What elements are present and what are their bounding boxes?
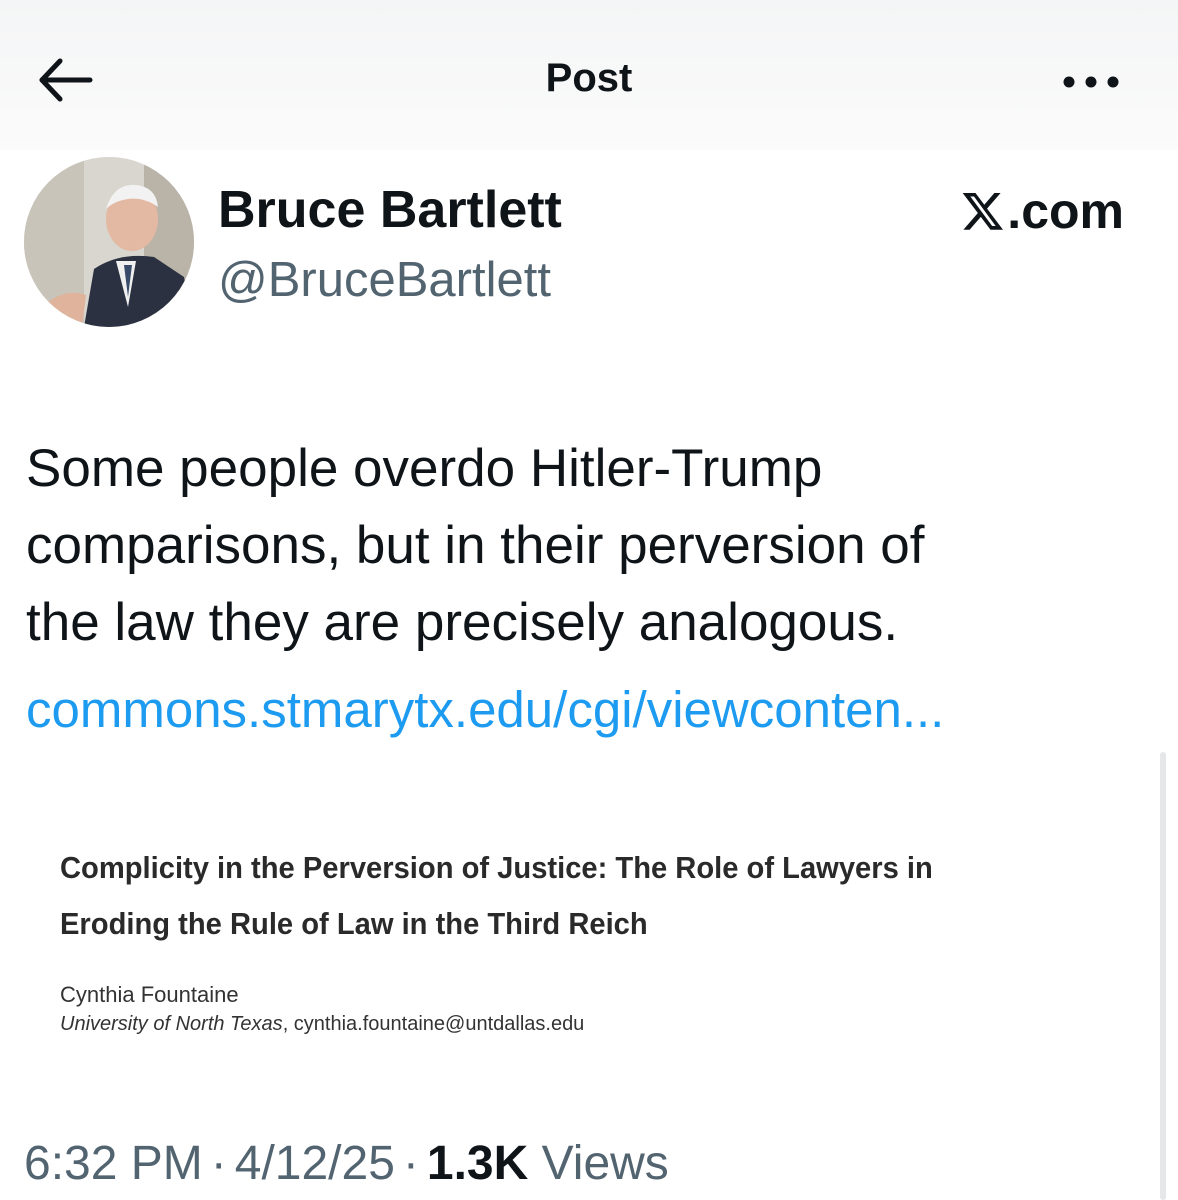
more-options-button[interactable] [1058, 64, 1124, 100]
xcom-badge: .com [961, 182, 1124, 240]
avatar-photo [24, 157, 194, 327]
top-bar: Post [0, 0, 1178, 150]
avatar[interactable] [24, 157, 194, 327]
page-title: Post [545, 56, 633, 100]
more-icon [1063, 76, 1119, 88]
meta-separator: · [210, 1137, 227, 1190]
post-text: Some people overdo Hitler-Trump comparis… [26, 430, 1156, 661]
card-affiliation: University of North Texas, cynthia.fount… [60, 1010, 1120, 1038]
views-count: 1.3K [426, 1137, 529, 1190]
meta-separator: · [402, 1137, 419, 1190]
x-logo-icon [962, 193, 1004, 230]
post-text-line: Some people overdo Hitler-Trump [26, 439, 823, 498]
post-text-line: comparisons, but in their perversion of [26, 516, 925, 575]
card-email: , cynthia.fountaine@untdallas.edu [282, 1013, 585, 1035]
card-title: Complicity in the Perversion of Justice:… [60, 840, 1056, 952]
card-author: Cynthia Fountaine [60, 982, 239, 1007]
post-link[interactable]: commons.stmarytx.edu/cgi/viewconten... [26, 680, 1156, 739]
scrollbar[interactable] [1160, 752, 1166, 1200]
card-title-line: Complicity in the Perversion of Justice:… [60, 850, 933, 885]
views-label: Views [541, 1137, 669, 1190]
xcom-text: .com [1007, 183, 1124, 239]
author-handle[interactable]: @BruceBartlett [218, 252, 551, 308]
post-meta: 6:32 PM · 4/12/25 · 1.3K Views [24, 1136, 669, 1191]
post-text-line: the law they are precisely analogous. [26, 593, 899, 652]
post-page: Post Bruce Bartlett @BruceBartlett .com … [0, 0, 1178, 1200]
card-affiliation-name: University of North Texas [60, 1013, 283, 1035]
card-title-line: Eroding the Rule of Law in the Third Rei… [60, 906, 648, 941]
post-date[interactable]: 4/12/25 [235, 1137, 395, 1190]
author-name[interactable]: Bruce Bartlett [218, 180, 562, 240]
embedded-document-card[interactable]: Complicity in the Perversion of Justice:… [60, 840, 1120, 1040]
post-time[interactable]: 6:32 PM [24, 1137, 203, 1190]
